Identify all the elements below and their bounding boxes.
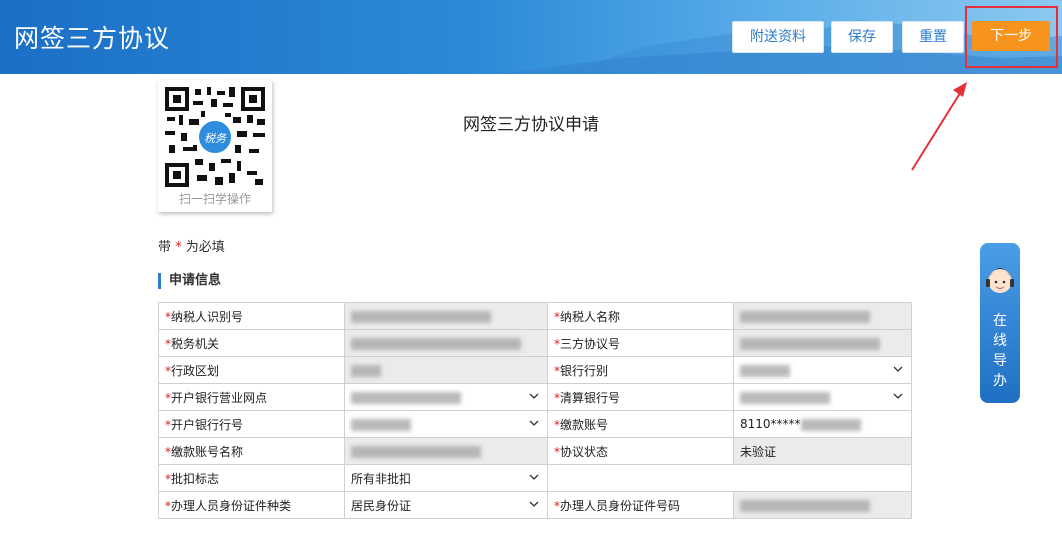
table-row: *批扣标志 所有非批扣 — [158, 464, 912, 492]
online-help-text: 在线导办 — [993, 313, 1007, 389]
id-type-select[interactable]: 居民身份证 — [344, 491, 548, 519]
empty-cell — [547, 464, 912, 492]
field-label: *开户银行营业网点 — [158, 383, 345, 411]
field-label: *开户银行行号 — [158, 410, 345, 438]
table-row: *办理人员身份证件种类 居民身份证 *办理人员身份证件号码 — [158, 491, 912, 519]
required-note-prefix: 带 — [158, 240, 172, 255]
batch-deduct-select[interactable]: 所有非批扣 — [344, 464, 548, 492]
field-label: *行政区划 — [158, 356, 345, 384]
field-label: *缴款账号 — [547, 410, 734, 438]
field-label: *缴款账号名称 — [158, 437, 345, 465]
section-title: 申请信息 — [158, 273, 221, 289]
chevron-down-icon — [529, 420, 539, 426]
admin-region-field — [344, 356, 548, 384]
bank-branch-select[interactable] — [344, 383, 548, 411]
chevron-down-icon — [893, 366, 903, 372]
field-label: *三方协议号 — [547, 329, 734, 357]
field-label: *纳税人识别号 — [158, 302, 345, 330]
qr-caption: 扫一扫学操作 — [178, 192, 251, 206]
bank-code-select[interactable] — [344, 410, 548, 438]
chevron-down-icon — [529, 393, 539, 399]
table-row: *税务机关 *三方协议号 — [158, 329, 912, 357]
table-row: *行政区划 *银行行别 — [158, 356, 912, 384]
field-label: *银行行别 — [547, 356, 734, 384]
required-note: 带 * 为必填 — [158, 236, 225, 255]
qr-code-card[interactable]: 税务 扫一扫学操作 — [158, 80, 272, 212]
app-header: 网签三方协议 附送资料 保存 重置 下一步 — [0, 0, 1062, 74]
field-label: *税务机关 — [158, 329, 345, 357]
page-title: 网签三方协议 — [14, 24, 171, 53]
qr-badge-text: 税务 — [204, 132, 226, 145]
save-button[interactable]: 保存 — [831, 21, 893, 53]
application-info-table: *纳税人识别号 *纳税人名称 *税务机关 *三方协议号 *行政区划 *银行行别 … — [158, 302, 912, 519]
taxpayer-id-field — [344, 302, 548, 330]
agreement-status-field: 未验证 — [733, 437, 912, 465]
table-row: *开户银行营业网点 *清算银行号 — [158, 383, 912, 411]
chevron-down-icon — [893, 393, 903, 399]
chevron-down-icon — [529, 474, 539, 480]
id-number-field — [733, 491, 912, 519]
clearing-bank-select[interactable] — [733, 383, 912, 411]
highlight-box — [965, 6, 1058, 68]
field-label: *办理人员身份证件种类 — [158, 491, 345, 519]
online-help-label: 在线导办 — [980, 311, 1020, 391]
field-label: *协议状态 — [547, 437, 734, 465]
attach-materials-button[interactable]: 附送资料 — [732, 21, 824, 53]
bank-type-select[interactable] — [733, 356, 912, 384]
table-row: *纳税人识别号 *纳税人名称 — [158, 302, 912, 330]
customer-service-icon — [986, 268, 1014, 293]
field-label: *清算银行号 — [547, 383, 734, 411]
table-row: *缴款账号名称 *协议状态 未验证 — [158, 437, 912, 465]
chevron-down-icon — [529, 501, 539, 507]
form-title: 网签三方协议申请 — [463, 115, 599, 135]
taxpayer-name-field — [733, 302, 912, 330]
field-label: *批扣标志 — [158, 464, 345, 492]
online-help-button[interactable]: 在线导办 — [980, 243, 1020, 403]
payment-account-input[interactable]: 8110***** — [733, 410, 912, 438]
reset-button[interactable]: 重置 — [902, 21, 964, 53]
account-name-field — [344, 437, 548, 465]
required-star: * — [175, 240, 182, 255]
field-label: *办理人员身份证件号码 — [547, 491, 734, 519]
agreement-number-field — [733, 329, 912, 357]
table-row: *开户银行行号 *缴款账号 8110***** — [158, 410, 912, 438]
tax-authority-field — [344, 329, 548, 357]
field-label: *纳税人名称 — [547, 302, 734, 330]
required-note-suffix: 为必填 — [185, 240, 225, 255]
